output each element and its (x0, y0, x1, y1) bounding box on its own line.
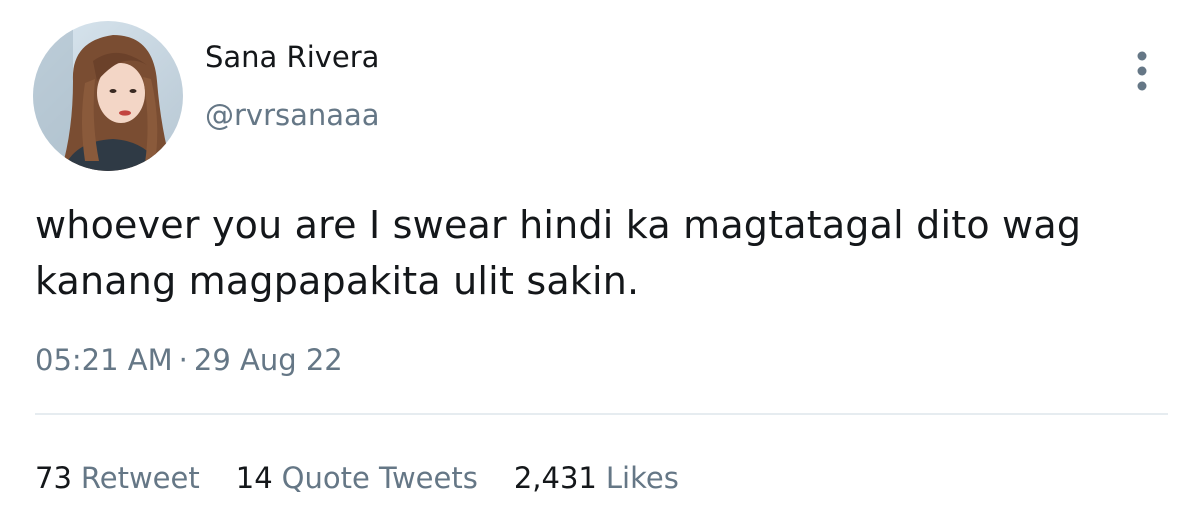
quote-tweets-count: 14 (235, 461, 273, 495)
more-options-button[interactable] (1124, 50, 1160, 92)
tweet-text: whoever you are I swear hindi ka magtata… (35, 203, 1082, 303)
divider (35, 413, 1168, 415)
likes-label: Likes (605, 461, 679, 495)
tweet-timestamp[interactable]: 05:21 AM · 29 Aug 22 (35, 343, 343, 377)
tweet-stats: 73 Retweet 14 Quote Tweets 2,431 Likes (35, 461, 679, 495)
retweets-label: Retweet (80, 461, 200, 495)
avatar[interactable] (33, 21, 183, 171)
author-handle[interactable]: @rvrsanaaa (205, 98, 380, 132)
retweets-count: 73 (35, 461, 72, 495)
tweet-date: 29 Aug 22 (193, 343, 343, 377)
quote-tweets-label: Quote Tweets (281, 461, 478, 495)
tweet-time: 05:21 AM (35, 343, 173, 377)
avatar-image (33, 21, 183, 171)
author-display-name[interactable]: Sana Rivera (205, 40, 379, 74)
more-vertical-icon (1137, 51, 1147, 91)
quote-tweets-stat[interactable]: 14 Quote Tweets (236, 461, 478, 495)
likes-stat[interactable]: 2,431 Likes (514, 461, 679, 495)
tweet-card: Sana Rivera @rvrsanaaa whoever you are I… (0, 0, 1200, 523)
timestamp-separator: · (178, 343, 188, 377)
retweets-stat[interactable]: 73 Retweet (35, 461, 200, 495)
likes-count: 2,431 (513, 461, 597, 495)
